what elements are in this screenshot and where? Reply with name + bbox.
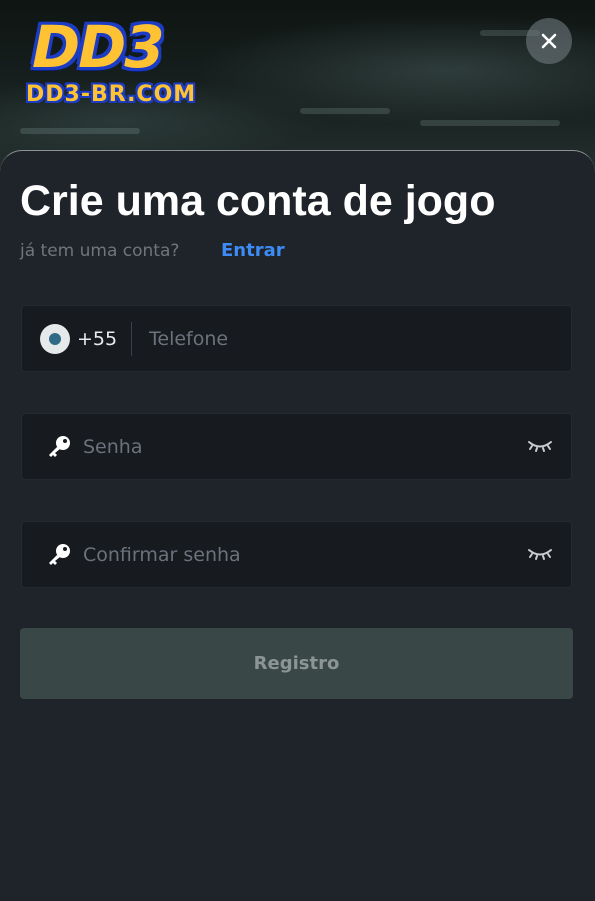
close-button[interactable] [526, 18, 572, 64]
login-link[interactable]: Entrar [221, 240, 285, 261]
register-button[interactable]: Registro [20, 628, 573, 699]
logo-title: DD3 [32, 13, 165, 81]
register-page: DD3 DD3-BR.COM Crie uma conta de jogo já… [0, 0, 595, 901]
brazil-flag-icon[interactable] [40, 324, 70, 354]
login-prompt: já tem uma conta? [20, 241, 180, 261]
password-input[interactable] [83, 414, 503, 479]
phone-input[interactable] [149, 306, 559, 371]
page-title: Crie uma conta de jogo [20, 177, 496, 225]
close-icon [541, 33, 557, 49]
confirm-password-field [21, 521, 572, 588]
brand-logo: DD3 DD3-BR.COM [22, 18, 222, 114]
password-field [21, 413, 572, 480]
key-icon [49, 436, 70, 457]
key-icon [49, 544, 70, 565]
eye-closed-icon[interactable] [527, 437, 553, 455]
confirm-password-input[interactable] [83, 522, 503, 587]
phone-field: +55 [21, 305, 572, 372]
logo-domain: DD3-BR.COM [26, 82, 197, 107]
country-code[interactable]: +55 [77, 328, 117, 350]
eye-closed-icon[interactable] [527, 545, 553, 563]
field-divider [131, 322, 132, 356]
